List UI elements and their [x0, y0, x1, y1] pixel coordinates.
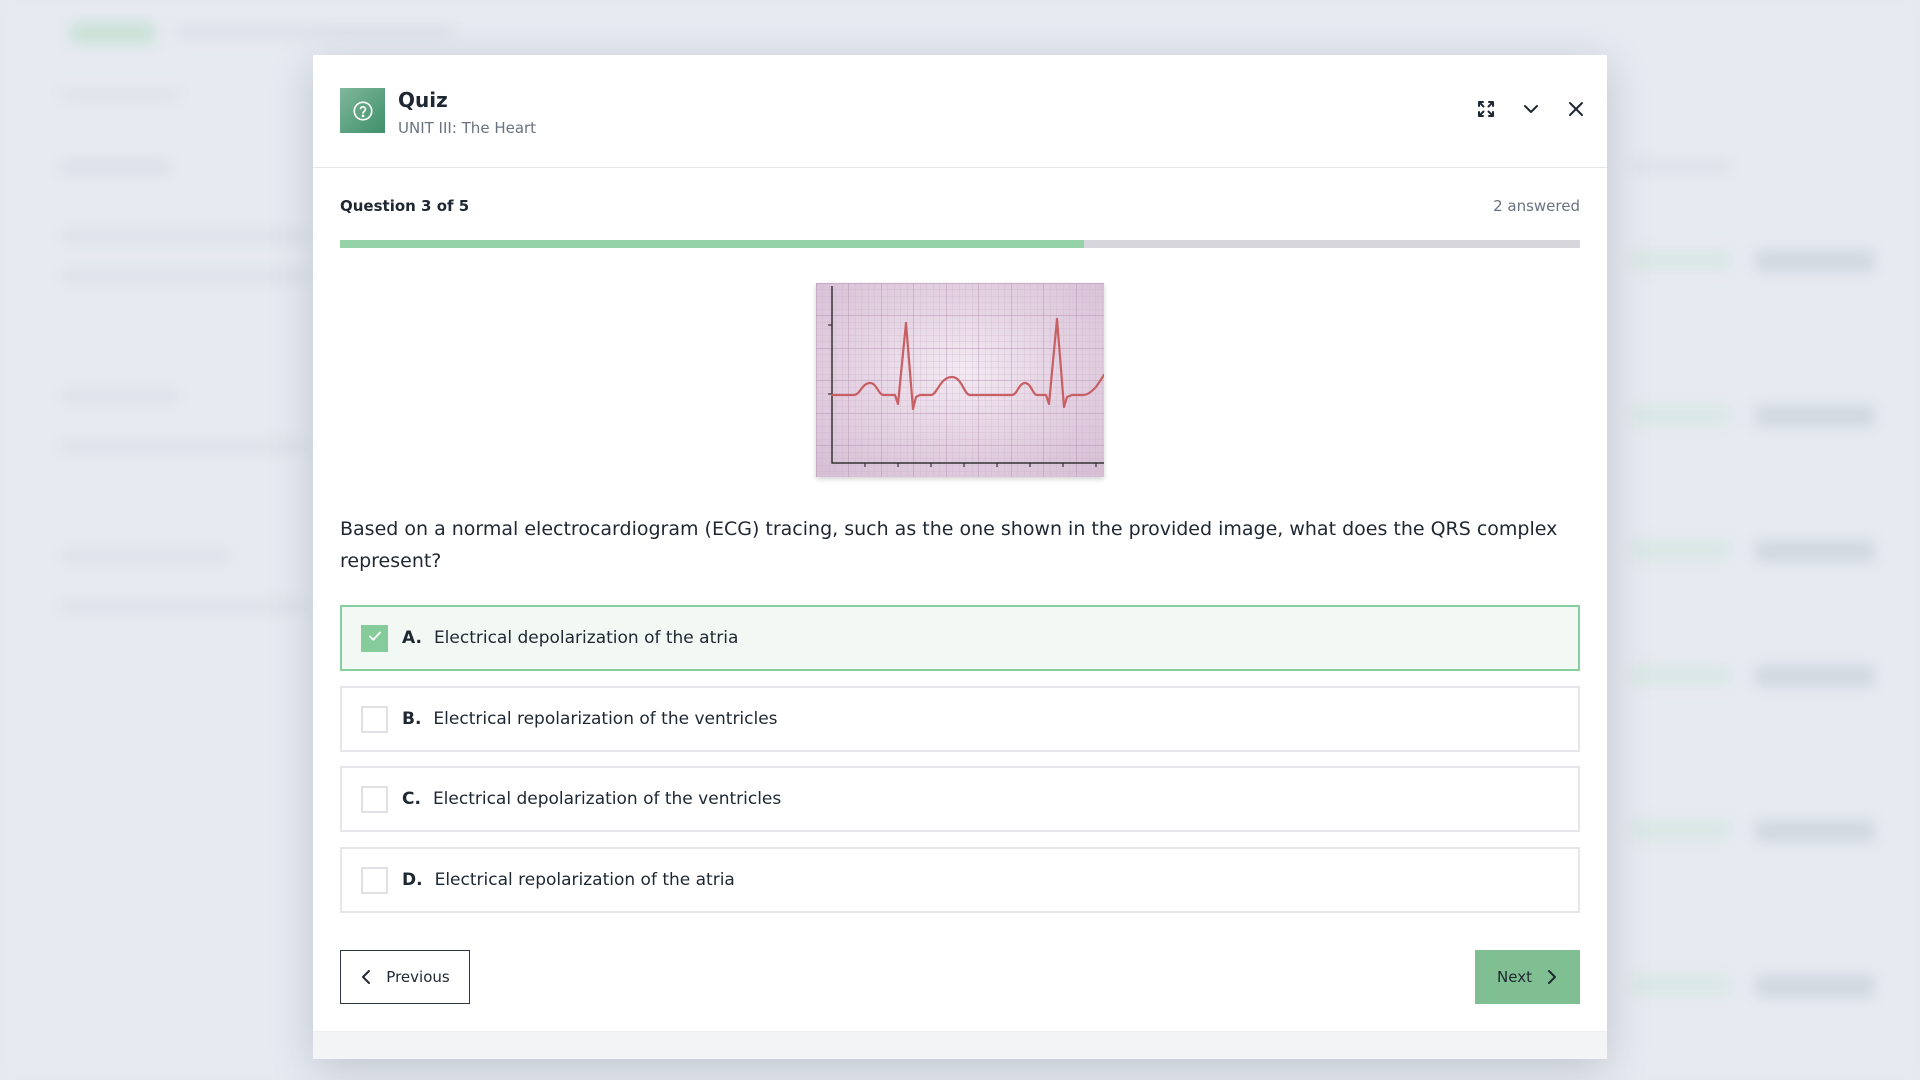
option-letter: D.	[402, 870, 423, 890]
option-b[interactable]: B. Electrical repolarization of the vent…	[340, 686, 1580, 752]
option-c[interactable]: C. Electrical depolarization of the vent…	[340, 766, 1580, 832]
question-counter: Question 3 of 5	[340, 197, 470, 215]
modal-subtitle: UNIT III: The Heart	[398, 119, 537, 137]
chevron-right-icon	[1544, 969, 1558, 985]
expand-button[interactable]	[1471, 96, 1501, 126]
collapse-button[interactable]	[1516, 96, 1546, 126]
option-text: Electrical repolarization of the ventric…	[433, 709, 778, 729]
modal-header: Quiz UNIT III: The Heart	[313, 55, 1607, 168]
option-checkbox[interactable]	[361, 705, 388, 733]
option-letter: B.	[402, 709, 422, 729]
progress-bar	[340, 240, 1580, 248]
option-text: Electrical depolarization of the ventric…	[432, 789, 782, 809]
next-button[interactable]: Next	[1475, 950, 1580, 1004]
previous-button[interactable]: Previous	[340, 950, 470, 1004]
option-a[interactable]: A. Electrical depolarization of the atri…	[340, 605, 1580, 671]
progress-bar-fill	[340, 240, 1084, 248]
option-text: Electrical repolarization of the atria	[434, 870, 735, 890]
expand-icon	[1476, 99, 1496, 123]
checkmark-icon	[367, 628, 383, 648]
close-icon	[1566, 99, 1586, 123]
option-checkbox[interactable]	[361, 624, 388, 652]
question-circle-icon	[340, 88, 385, 133]
option-letter: A.	[402, 628, 422, 648]
option-text: Electrical depolarization of the atria	[433, 628, 739, 648]
modal-footer	[313, 1031, 1607, 1059]
ecg-image	[816, 283, 1106, 477]
previous-label: Previous	[386, 968, 450, 986]
chevron-left-icon	[360, 969, 374, 985]
option-checkbox[interactable]	[361, 866, 388, 894]
option-d[interactable]: D. Electrical repolarization of the atri…	[340, 847, 1580, 913]
answered-count: 2 answered	[1493, 197, 1580, 215]
chevron-down-icon	[1521, 99, 1541, 123]
close-button[interactable]	[1561, 96, 1591, 126]
option-letter: C.	[402, 789, 421, 809]
option-checkbox[interactable]	[361, 785, 388, 813]
question-text: Based on a normal electrocardiogram (ECG…	[340, 518, 1558, 572]
modal-title: Quiz	[398, 88, 448, 112]
quiz-modal: Quiz UNIT III: The Heart Question 3 of 5…	[313, 55, 1607, 1059]
next-label: Next	[1497, 968, 1532, 986]
